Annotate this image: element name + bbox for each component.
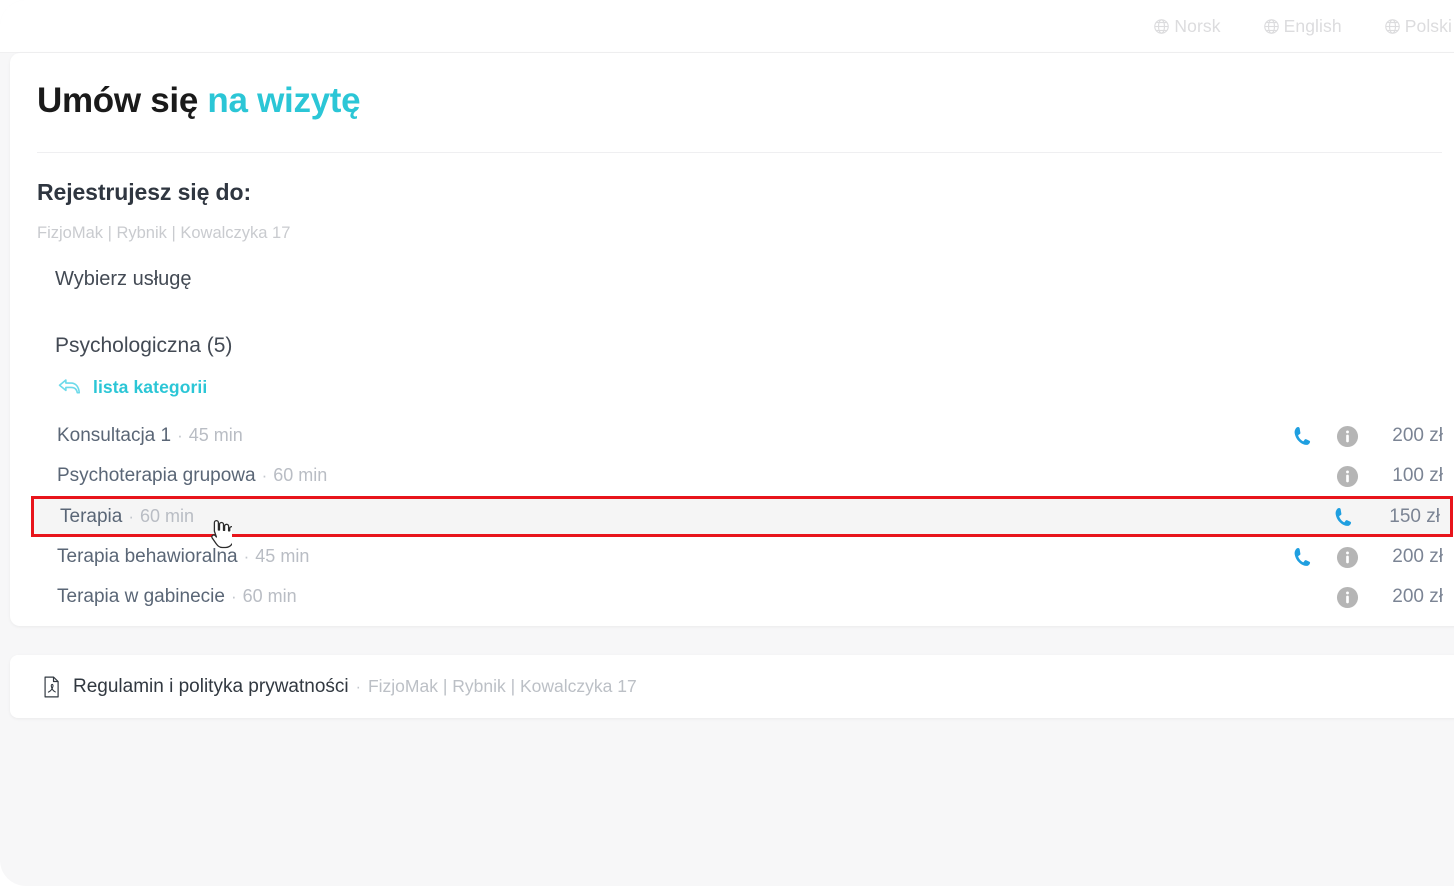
choose-service-label: Wybierz usługę (55, 268, 192, 290)
service-label: Terapia · 60 min (60, 506, 194, 528)
language-list: Norsk English Polski (1153, 0, 1454, 52)
service-row-actions: 200 zł (1281, 586, 1447, 609)
service-row-actions: 200 zł (1281, 546, 1447, 569)
info-icon[interactable] (1336, 546, 1359, 569)
service-list: Konsultacja 1 · 45 min 200 zł Psychotera… (31, 416, 1453, 617)
terms-privacy-link[interactable]: Regulamin i polityka prywatności (73, 676, 349, 698)
language-link-norsk[interactable]: Norsk (1153, 15, 1221, 37)
service-duration: 60 min (273, 465, 328, 485)
registration-venue: FizjoMak | Rybnik | Kowalczyka 17 (37, 224, 291, 242)
page-title-main: Umów się (37, 81, 198, 120)
service-duration: 45 min (188, 425, 243, 445)
browser-viewport: Norsk English Polski Umów się na wizytę … (0, 0, 1454, 886)
service-separator: · (243, 547, 250, 566)
language-label: Norsk (1174, 15, 1221, 36)
service-row-actions: 150 zł (1322, 506, 1444, 528)
footer-separator: · (355, 678, 361, 696)
service-price: 200 zł (1392, 586, 1443, 607)
phone-slot (1322, 506, 1366, 528)
phone-slot (1281, 546, 1325, 568)
globe-icon (1384, 18, 1401, 35)
pdf-file-icon (42, 676, 61, 698)
language-link-english[interactable]: English (1263, 16, 1342, 37)
service-row[interactable]: Terapia w gabinecie · 60 min 200 zł (31, 577, 1453, 617)
language-label: English (1283, 15, 1342, 36)
service-price: 200 zł (1392, 425, 1443, 446)
service-name: Psychoterapia grupowa (57, 465, 256, 486)
service-separator: · (261, 466, 268, 485)
service-duration: 60 min (140, 505, 195, 526)
phone-icon[interactable] (1292, 425, 1314, 447)
service-row-actions: 200 zł (1281, 425, 1447, 448)
page-title: Umów się na wizytę (37, 81, 361, 121)
service-separator: · (230, 587, 237, 606)
language-label: Polski (1404, 15, 1452, 36)
service-price: 200 zł (1392, 546, 1443, 567)
globe-icon (1263, 18, 1280, 35)
service-price: 100 zł (1392, 465, 1443, 486)
page-title-accent: na wizytę (207, 81, 361, 120)
service-label: Konsultacja 1 · 45 min (57, 425, 243, 447)
globe-icon (1153, 18, 1170, 35)
info-slot (1325, 425, 1369, 448)
service-label: Terapia behawioralna · 45 min (57, 546, 309, 568)
service-row[interactable]: Konsultacja 1 · 45 min 200 zł (31, 416, 1453, 456)
language-link-polski[interactable]: Polski (1384, 16, 1452, 37)
footer-text: Regulamin i polityka prywatności · Fizjo… (73, 676, 637, 698)
service-name: Terapia (60, 505, 123, 527)
footer-card: Regulamin i polityka prywatności · Fizjo… (10, 655, 1454, 718)
service-row[interactable]: Psychoterapia grupowa · 60 min 100 zł (31, 456, 1453, 496)
service-name: Terapia w gabinecie (57, 586, 225, 607)
service-label: Psychoterapia grupowa · 60 min (57, 465, 327, 487)
service-row-selected[interactable]: Terapia · 60 min 150 zł (31, 496, 1453, 537)
service-row-actions: 100 zł (1281, 465, 1447, 488)
phone-icon[interactable] (1333, 506, 1355, 528)
info-icon[interactable] (1336, 465, 1359, 488)
back-to-categories-link[interactable]: lista kategorii (57, 377, 207, 398)
language-topbar: Norsk English Polski (0, 0, 1454, 53)
info-slot (1325, 465, 1369, 488)
footer-venue: FizjoMak | Rybnik | Kowalczyka 17 (367, 675, 637, 696)
info-slot (1325, 586, 1369, 609)
service-duration: 45 min (255, 546, 310, 566)
service-separator: · (128, 506, 134, 526)
info-icon[interactable] (1336, 425, 1359, 448)
phone-slot (1281, 425, 1325, 447)
back-arrow-icon (57, 377, 82, 398)
info-slot (1325, 546, 1369, 569)
title-divider (37, 152, 1442, 153)
info-icon[interactable] (1336, 586, 1359, 609)
booking-card: Umów się na wizytę Rejestrujesz się do: … (10, 53, 1454, 626)
service-label: Terapia w gabinecie · 60 min (57, 586, 297, 608)
back-to-categories-label: lista kategorii (93, 377, 208, 397)
service-price: 150 zł (1389, 505, 1440, 527)
registration-subheading: Rejestrujesz się do: (37, 179, 252, 205)
service-separator: · (177, 426, 183, 445)
service-name: Konsultacja 1 (57, 425, 172, 446)
service-name: Terapia behawioralna (57, 546, 238, 567)
service-duration: 60 min (242, 586, 297, 606)
service-row[interactable]: Terapia behawioralna · 45 min 200 zł (31, 537, 1453, 577)
phone-icon[interactable] (1292, 546, 1314, 568)
category-heading: Psychologiczna (5) (55, 334, 233, 357)
